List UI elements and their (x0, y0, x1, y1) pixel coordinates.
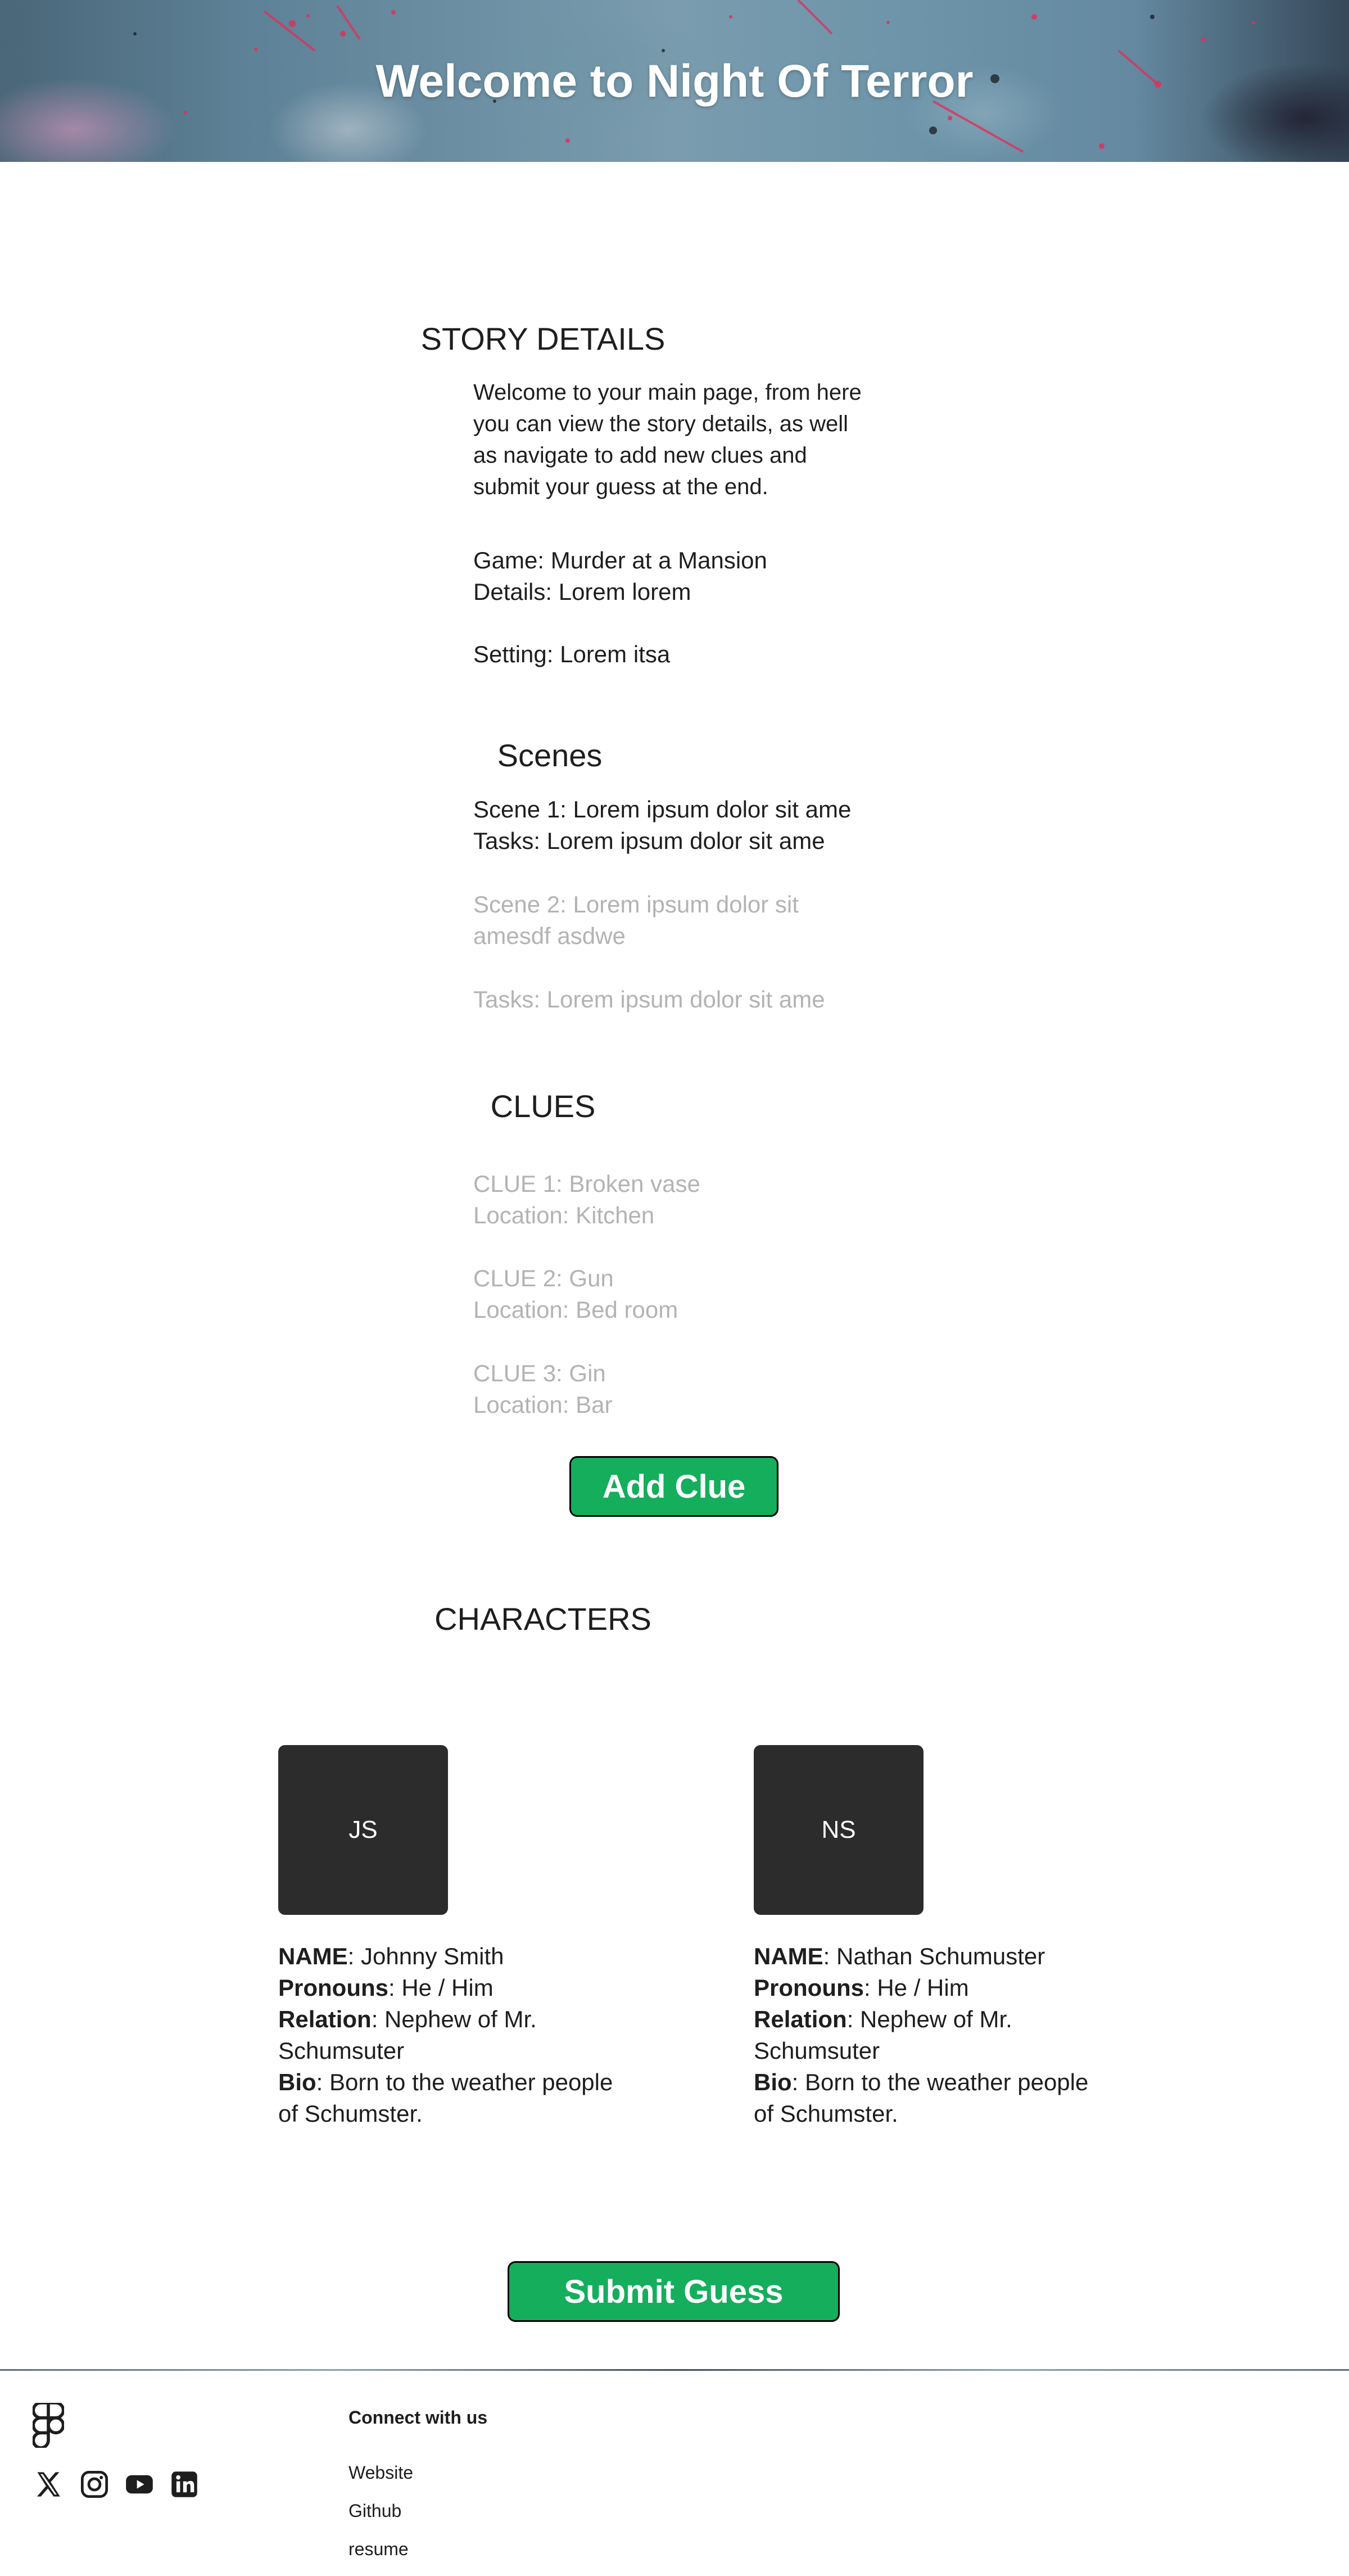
character-info: NAME: Johnny Smith Pronouns: He / Him Re… (278, 1941, 638, 2130)
bio-label: Bio (754, 2069, 792, 2095)
character-name: Johnny Smith (361, 1943, 504, 1969)
character-pronouns: He / Him (877, 1974, 969, 2001)
story-details: Details: Lorem lorem (473, 579, 691, 605)
relation-label: Relation (278, 2006, 372, 2032)
character-relation-row: Relation: Nephew of Mr. Schumsuter (278, 2006, 537, 2064)
character-bio-row: Bio: Born to the weather people of Schum… (754, 2069, 1089, 2127)
scenes-heading: Scenes (497, 738, 603, 773)
pronouns-label: Pronouns (754, 1974, 864, 2001)
page-title: Welcome to Night Of Terror (375, 56, 974, 107)
clue-2-location: Location: Bed room (473, 1296, 678, 1323)
add-clue-button[interactable]: Add Clue (569, 1456, 778, 1517)
character-relation-row: Relation: Nephew of Mr. Schumsuter (754, 2006, 1012, 2064)
clue-1-name[interactable]: CLUE 1: Broken vase (473, 1168, 878, 1200)
scene-2-tasks: Tasks: Lorem ipsum dolor sit ame (473, 986, 825, 1013)
pronouns-label: Pronouns (278, 1974, 388, 2001)
story-intro: Welcome to your main page, from here you… (473, 380, 862, 499)
footer-heading: Connect with us (348, 2407, 488, 2428)
instagram-icon[interactable] (80, 2470, 109, 2499)
relation-label: Relation (754, 2006, 847, 2032)
story-game: Game: Murder at a Mansion (473, 547, 767, 573)
footer-divider (0, 2369, 1349, 2371)
character-info: NAME: Nathan Schumuster Pronouns: He / H… (754, 1941, 1113, 2130)
footer-link-resume[interactable]: resume (348, 2539, 409, 2560)
clue-2-name[interactable]: CLUE 2: Gun (473, 1263, 878, 1294)
clue-1-location: Location: Kitchen (473, 1202, 655, 1228)
scene-1-tasks: Tasks: Lorem ipsum dolor sit ame (473, 828, 825, 854)
character-name-row: NAME: Johnny Smith (278, 1943, 504, 1969)
scene-2-title[interactable]: Scene 2: Lorem ipsum dolor sit amesdf as… (473, 889, 822, 952)
character-bio-row: Bio: Born to the weather people of Schum… (278, 2069, 613, 2127)
character-bio: Born to the weather people of Schumster. (754, 2069, 1089, 2127)
youtube-icon[interactable] (125, 2470, 154, 2499)
clue-3-location: Location: Bar (473, 1391, 613, 1418)
hero-banner: Welcome to Night Of Terror (0, 0, 1349, 162)
linkedin-icon[interactable] (170, 2470, 199, 2499)
story-details-heading: STORY DETAILS (420, 321, 666, 356)
avatar[interactable]: JS (278, 1745, 448, 1915)
figma-logo-icon[interactable] (33, 2403, 64, 2448)
character-bio: Born to the weather people of Schumster. (278, 2069, 613, 2127)
footer-link-github[interactable]: Github (348, 2501, 401, 2521)
character-pronouns: He / Him (401, 1974, 494, 2001)
name-label: NAME (278, 1943, 348, 1969)
character-name-row: NAME: Nathan Schumuster (754, 1943, 1045, 1969)
character-pronouns-row: Pronouns: He / Him (754, 1974, 969, 2001)
story-setting: Setting: Lorem itsa (473, 641, 671, 667)
character-name: Nathan Schumuster (836, 1943, 1045, 1969)
clue-3-name[interactable]: CLUE 3: Gin (473, 1358, 878, 1389)
scene-1-title[interactable]: Scene 1: Lorem ipsum dolor sit ame (473, 794, 878, 825)
character-pronouns-row: Pronouns: He / Him (278, 1974, 494, 2001)
clues-heading: CLUES (490, 1088, 596, 1124)
x-twitter-icon[interactable] (34, 2470, 63, 2499)
avatar[interactable]: NS (754, 1745, 924, 1915)
characters-heading: CHARACTERS (434, 1601, 651, 1637)
submit-guess-button[interactable]: Submit Guess (508, 2261, 840, 2322)
footer-link-website[interactable]: Website (348, 2462, 413, 2483)
name-label: NAME (754, 1943, 823, 1969)
bio-label: Bio (278, 2069, 316, 2095)
